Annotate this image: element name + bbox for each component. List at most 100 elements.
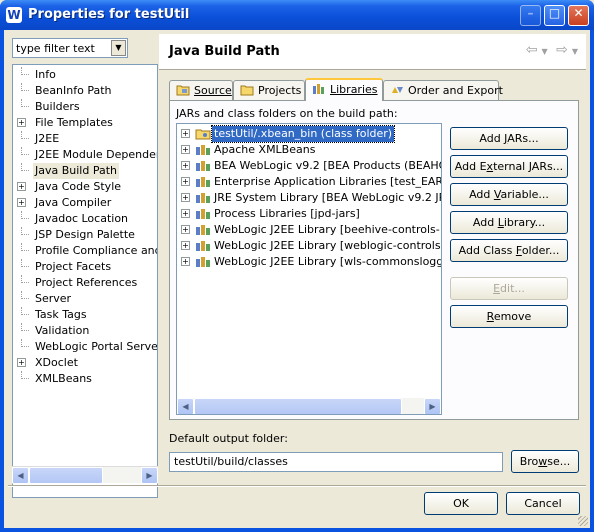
- add-external-jars-button[interactable]: Add External JARs...: [450, 155, 568, 178]
- library-icon: [195, 176, 211, 188]
- tree-line: [21, 307, 29, 315]
- forward-menu-chevron-icon[interactable]: ▼: [572, 47, 578, 56]
- tree-item[interactable]: XMLBeans: [13, 371, 157, 387]
- add-variable-button[interactable]: Add Variable...: [450, 183, 568, 206]
- tree-item[interactable]: JSP Design Palette: [13, 227, 157, 243]
- expand-icon[interactable]: +: [181, 193, 190, 202]
- expand-icon[interactable]: +: [181, 241, 190, 250]
- tab-source[interactable]: Source: [169, 80, 233, 100]
- library-tree-item[interactable]: + Apache XMLBeans: [177, 142, 441, 158]
- chevron-down-icon[interactable]: ▼: [111, 40, 126, 56]
- tree-item[interactable]: Project Facets: [13, 259, 157, 275]
- expand-icon[interactable]: +: [181, 129, 190, 138]
- maximize-button[interactable]: □: [544, 5, 565, 26]
- filter-input[interactable]: type filter text: [16, 42, 95, 55]
- tree-item[interactable]: J2EE: [13, 131, 157, 147]
- minimize-button[interactable]: –: [520, 5, 541, 26]
- tree-item[interactable]: Info: [13, 67, 157, 83]
- tree-item[interactable]: + Java Compiler: [13, 195, 157, 211]
- add-jars-text-before: Add: [479, 132, 505, 145]
- tree-item[interactable]: Project References: [13, 275, 157, 291]
- libraries-horizontal-scrollbar[interactable]: ◀ ▶: [177, 398, 441, 414]
- filter-combo[interactable]: type filter text ▼: [12, 38, 128, 58]
- tab-order-and-export[interactable]: Order and Export: [383, 80, 503, 100]
- tree-item[interactable]: Builders: [13, 99, 157, 115]
- tab-projects-label: Projects: [258, 84, 302, 97]
- forward-arrow-icon[interactable]: ⇨: [556, 42, 568, 58]
- tree-item[interactable]: BeanInfo Path: [13, 83, 157, 99]
- edit-button[interactable]: Edit...: [450, 277, 568, 300]
- library-tree-item[interactable]: + WebLogic J2EE Library [beehive-controls…: [177, 222, 441, 238]
- scroll-right-icon[interactable]: ▶: [424, 398, 441, 414]
- close-button[interactable]: ✕: [568, 5, 589, 26]
- scroll-right-icon[interactable]: ▶: [141, 467, 158, 484]
- libraries-list-label: JARs and class folders on the build path…: [176, 107, 398, 120]
- tree-item[interactable]: Task Tags: [13, 307, 157, 323]
- back-arrow-icon[interactable]: ⇦: [526, 42, 538, 58]
- tree-item-label: Task Tags: [35, 308, 87, 321]
- add-jars-button[interactable]: Add JARs...: [450, 127, 568, 150]
- expand-icon[interactable]: +: [181, 225, 190, 234]
- scroll-thumb[interactable]: [194, 398, 402, 414]
- tree-item[interactable]: WebLogic Portal Server Settings: [13, 339, 157, 355]
- preference-tree[interactable]: Info BeanInfo Path Builders + File Templates…: [12, 64, 158, 498]
- tab-projects[interactable]: Projects: [233, 80, 305, 100]
- library-tree-item[interactable]: + testUtil/.xbean_bin (class folder): [177, 125, 441, 143]
- resize-grip[interactable]: [578, 516, 588, 526]
- tree-item-label: BeanInfo Path: [35, 84, 112, 97]
- library-tree-item[interactable]: + Enterprise Application Libraries [test_…: [177, 174, 441, 190]
- tree-item-label: Java Build Path: [33, 163, 120, 179]
- expand-icon[interactable]: +: [181, 209, 190, 218]
- expand-icon[interactable]: +: [17, 118, 26, 127]
- library-tree-item[interactable]: + JRE System Library [BEA WebLogic v9.2 J…: [177, 190, 441, 206]
- library-tree-item[interactable]: + Process Libraries [jpd-jars]: [177, 206, 441, 222]
- scroll-left-icon[interactable]: ◀: [177, 398, 194, 414]
- tab-libraries[interactable]: Libraries: [305, 78, 383, 101]
- library-tree-item[interactable]: + WebLogic J2EE Library [weblogic-control…: [177, 238, 441, 254]
- expand-icon[interactable]: +: [17, 198, 26, 207]
- tree-item[interactable]: + XDoclet: [13, 355, 157, 371]
- ok-button[interactable]: OK: [424, 492, 498, 515]
- tree-item[interactable]: + File Templates: [13, 115, 157, 131]
- tree-item[interactable]: Server: [13, 291, 157, 307]
- add-library-button[interactable]: Add Library...: [450, 211, 568, 234]
- tree-item[interactable]: Javadoc Location: [13, 211, 157, 227]
- back-menu-chevron-icon[interactable]: ▼: [542, 47, 548, 56]
- add-class-folder-text-before: Add Class: [458, 244, 516, 257]
- tree-item-label: Project References: [35, 276, 138, 289]
- add-external-jars-text-after: ternal JARs...: [493, 160, 564, 173]
- tree-item[interactable]: Java Build Path: [13, 163, 157, 179]
- remove-button[interactable]: Remove: [450, 305, 568, 328]
- tree-item[interactable]: Profile Compliance and Validation: [13, 243, 157, 259]
- tree-item[interactable]: J2EE Module Dependencies: [13, 147, 157, 163]
- default-output-folder-input[interactable]: testUtil/build/classes: [169, 452, 503, 472]
- expand-icon[interactable]: +: [181, 161, 190, 170]
- tree-item[interactable]: Validation: [13, 323, 157, 339]
- library-tree-item[interactable]: + BEA WebLogic v9.2 [BEA Products (BEAHOM…: [177, 158, 441, 174]
- dialog-divider: [8, 485, 586, 487]
- tree-item-label: Server: [35, 292, 72, 305]
- tree-line: [21, 83, 29, 91]
- page-header: Java Build Path ⇦ ▼ ⇨ ▼: [159, 34, 586, 70]
- tree-horizontal-scrollbar[interactable]: ◀ ▶: [12, 466, 158, 484]
- expand-icon[interactable]: +: [17, 182, 26, 191]
- title-bar[interactable]: W Properties for testUtil – □ ✕: [0, 0, 594, 30]
- libraries-tree[interactable]: + testUtil/.xbean_bin (class folder) + Apac…: [176, 123, 442, 415]
- add-class-folder-button[interactable]: Add Class Folder...: [450, 239, 568, 262]
- tree-item-label: File Templates: [35, 116, 113, 129]
- library-icon: [195, 144, 211, 156]
- tree-item[interactable]: + Java Code Style: [13, 179, 157, 195]
- library-tree-item[interactable]: + WebLogic J2EE Library [wls-commonsloggi…: [177, 254, 441, 270]
- cancel-button[interactable]: Cancel: [506, 492, 580, 515]
- browse-button[interactable]: Browse...: [511, 450, 579, 473]
- expand-icon[interactable]: +: [181, 257, 190, 266]
- scroll-left-icon[interactable]: ◀: [12, 467, 29, 484]
- tree-item-label: XDoclet: [35, 356, 78, 369]
- history-navigation: ⇦ ▼ ⇨ ▼: [522, 42, 578, 58]
- add-variable-mnemonic: V: [493, 188, 501, 201]
- expand-icon[interactable]: +: [181, 145, 190, 154]
- tree-item-label: Info: [35, 68, 56, 81]
- expand-icon[interactable]: +: [181, 177, 190, 186]
- scroll-thumb[interactable]: [29, 467, 103, 484]
- expand-icon[interactable]: +: [17, 358, 26, 367]
